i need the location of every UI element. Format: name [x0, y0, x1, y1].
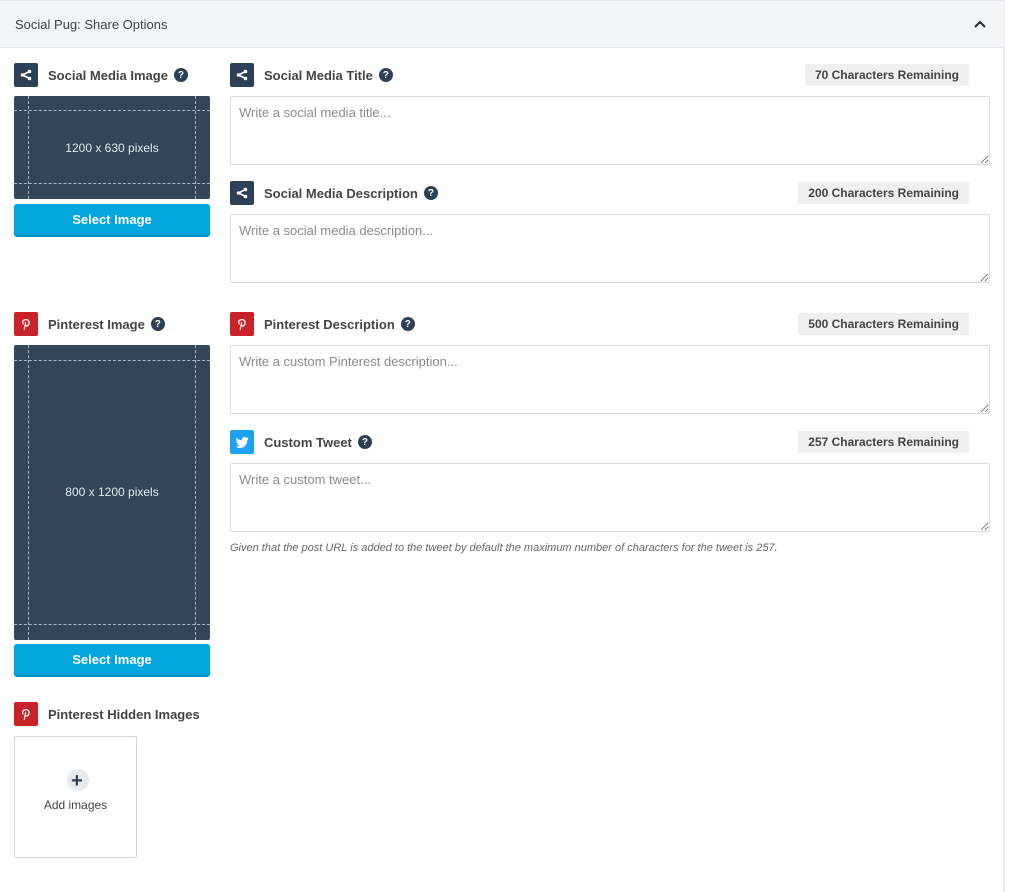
share-icon	[14, 63, 38, 87]
social-media-title-label: Social Media Title	[264, 68, 373, 83]
pinterest-icon	[14, 702, 38, 726]
description-characters-remaining: 200 Characters Remaining	[798, 182, 969, 204]
pinterest-description-label-row: Pinterest Description ?	[230, 312, 415, 336]
help-icon[interactable]: ?	[379, 68, 393, 82]
social-media-title-label-row: Social Media Title ?	[230, 63, 393, 87]
tweet-characters-remaining: 257 Characters Remaining	[798, 431, 969, 453]
chevron-up-icon	[974, 20, 986, 28]
title-characters-remaining: 70 Characters Remaining	[805, 64, 969, 86]
pinterest-description-label: Pinterest Description	[264, 317, 395, 332]
tweet-length-note: Given that the post URL is added to the …	[230, 542, 778, 554]
pinterest-hidden-images-label-row: Pinterest Hidden Images	[14, 702, 200, 726]
social-image-size-text: 1200 x 630 pixels	[14, 141, 210, 155]
pinterest-description-input[interactable]	[230, 345, 990, 414]
share-options-metabox: Social Pug: Share Options Social Media I…	[0, 0, 1004, 892]
pinterest-image-placeholder[interactable]: 800 x 1200 pixels	[14, 345, 210, 640]
social-media-title-input[interactable]	[230, 96, 990, 165]
pinterest-icon	[230, 312, 254, 336]
twitter-icon	[230, 430, 254, 454]
select-pinterest-image-button[interactable]: Select Image	[14, 644, 210, 677]
share-icon	[230, 181, 254, 205]
social-media-description-input[interactable]	[230, 214, 990, 283]
help-icon[interactable]: ?	[401, 317, 415, 331]
pinterest-icon	[14, 312, 38, 336]
social-media-image-label-row: Social Media Image ?	[14, 63, 188, 87]
pinterest-image-label: Pinterest Image	[48, 317, 145, 332]
select-social-image-button[interactable]: Select Image	[14, 204, 210, 237]
pinterest-image-size-text: 800 x 1200 pixels	[14, 485, 210, 499]
social-media-description-label-row: Social Media Description ?	[230, 181, 438, 205]
metabox-title: Social Pug: Share Options	[15, 17, 167, 32]
pinterest-characters-remaining: 500 Characters Remaining	[798, 313, 969, 335]
collapse-toggle-button[interactable]	[966, 13, 994, 37]
social-media-description-label: Social Media Description	[264, 186, 418, 201]
help-icon[interactable]: ?	[151, 317, 165, 331]
custom-tweet-label: Custom Tweet	[264, 435, 352, 450]
add-images-button[interactable]: + Add images	[14, 736, 137, 858]
metabox-header[interactable]: Social Pug: Share Options	[0, 0, 1004, 48]
pinterest-image-label-row: Pinterest Image ?	[14, 312, 165, 336]
social-media-image-label: Social Media Image	[48, 68, 168, 83]
right-rail	[1004, 0, 1024, 892]
custom-tweet-label-row: Custom Tweet ?	[230, 430, 372, 454]
share-icon	[230, 63, 254, 87]
pinterest-hidden-images-label: Pinterest Hidden Images	[48, 707, 200, 722]
add-images-label: Add images	[15, 798, 136, 812]
plus-icon: +	[71, 771, 83, 791]
help-icon[interactable]: ?	[358, 435, 372, 449]
social-image-placeholder[interactable]: 1200 x 630 pixels	[14, 96, 210, 199]
custom-tweet-input[interactable]	[230, 463, 990, 532]
help-icon[interactable]: ?	[424, 186, 438, 200]
help-icon[interactable]: ?	[174, 68, 188, 82]
